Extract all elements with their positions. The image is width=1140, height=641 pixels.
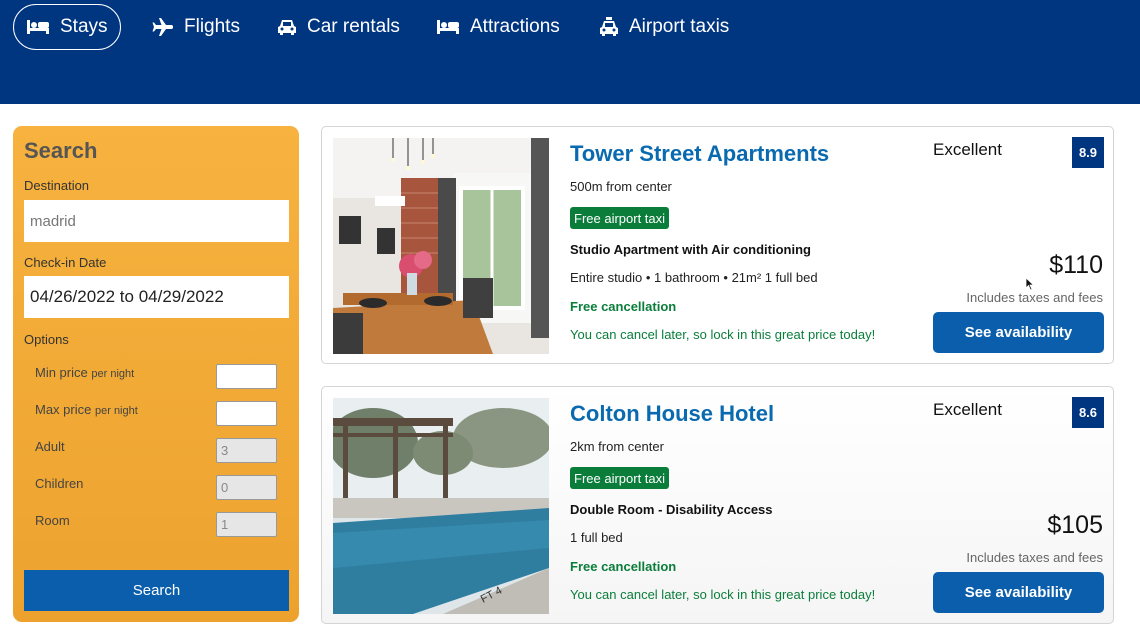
nav-item-label: Car rentals xyxy=(307,16,400,37)
search-result-item: FT 4 Colton House Hotel 2km from center … xyxy=(321,386,1114,624)
nav-item-airport-taxis[interactable]: Airport taxis xyxy=(599,4,729,50)
cancellation-title: Free cancellation xyxy=(570,559,677,574)
nav-item-stays[interactable]: Stays xyxy=(13,4,121,50)
cancellation-subtitle: You can cancel later, so lock in this gr… xyxy=(570,587,876,602)
mouse-cursor-icon xyxy=(1025,277,1035,296)
distance-text: 500m from center xyxy=(570,179,672,194)
rating-badge: 8.6 xyxy=(1072,397,1104,428)
search-panel: Search Destination madrid Check-in Date … xyxy=(13,126,299,622)
checkin-date-input[interactable]: 04/26/2022 to 04/29/2022 xyxy=(24,276,289,318)
room-input[interactable]: 1 xyxy=(216,512,277,537)
nav-item-label: Stays xyxy=(60,16,108,37)
nav-item-attractions[interactable]: Attractions xyxy=(436,4,560,50)
price: $105 xyxy=(1047,511,1103,539)
per-night-note: per night xyxy=(94,405,138,417)
top-header: Stays Flights Car rentals Attractions Ai… xyxy=(0,0,1140,104)
cancellation-subtitle: You can cancel later, so lock in this gr… xyxy=(570,327,876,342)
children-value: 0 xyxy=(221,480,229,495)
bed-icon xyxy=(436,18,460,36)
price: $110 xyxy=(1049,251,1103,279)
per-night-note: per night xyxy=(91,368,135,380)
min-price-label-text: Min price xyxy=(35,365,88,380)
free-taxi-badge: Free airport taxi xyxy=(570,207,670,229)
search-title: Search xyxy=(24,138,98,163)
car-icon xyxy=(277,18,297,36)
destination-value: madrid xyxy=(30,212,76,230)
rating-text: Excellent xyxy=(933,140,1002,159)
min-price-input[interactable] xyxy=(216,364,277,389)
nav-item-car-rentals[interactable]: Car rentals xyxy=(277,4,400,50)
room-label: Room xyxy=(35,513,70,528)
bed-icon xyxy=(26,18,50,36)
hotel-photo[interactable]: FT 4 xyxy=(333,398,549,614)
nav-item-label: Attractions xyxy=(470,16,560,37)
checkin-date-value: 04/26/2022 to 04/29/2022 xyxy=(30,287,224,306)
adult-value: 3 xyxy=(221,443,229,458)
taxes-note: Includes taxes and fees xyxy=(966,550,1103,565)
hotel-name[interactable]: Colton House Hotel xyxy=(570,401,774,427)
nav-item-flights[interactable]: Flights xyxy=(152,4,240,50)
hotel-name[interactable]: Tower Street Apartments xyxy=(570,141,829,167)
children-label: Children xyxy=(35,476,84,491)
free-taxi-badge: Free airport taxi xyxy=(570,467,670,489)
plane-icon xyxy=(152,17,174,37)
adult-input[interactable]: 3 xyxy=(216,438,277,463)
search-result-item: Tower Street Apartments 500m from center… xyxy=(321,126,1114,364)
checkin-label: Check-in Date xyxy=(24,255,107,270)
max-price-label: Max price per night xyxy=(35,402,138,417)
room-value: 1 xyxy=(221,517,229,532)
min-price-label: Min price per night xyxy=(35,365,134,380)
cancellation-title: Free cancellation xyxy=(570,299,677,314)
rating-badge: 8.9 xyxy=(1072,137,1104,168)
see-availability-button[interactable]: See availability xyxy=(933,572,1104,613)
destination-label: Destination xyxy=(24,178,90,193)
adult-label: Adult xyxy=(35,439,65,454)
see-availability-button[interactable]: See availability xyxy=(933,312,1104,353)
room-type: Double Room - Disability Access xyxy=(570,502,773,517)
options-label: Options xyxy=(24,332,69,347)
distance-text: 2km from center xyxy=(570,439,664,454)
nav-item-label: Flights xyxy=(184,16,240,37)
room-features: Entire studio • 1 bathroom • 21m² 1 full… xyxy=(570,270,818,285)
rating-text: Excellent xyxy=(933,400,1002,419)
max-price-input[interactable] xyxy=(216,401,277,426)
hotel-photo[interactable] xyxy=(333,138,549,354)
room-type: Studio Apartment with Air conditioning xyxy=(570,242,811,257)
children-input[interactable]: 0 xyxy=(216,475,277,500)
max-price-label-text: Max price xyxy=(35,402,92,417)
room-features: 1 full bed xyxy=(570,530,623,545)
taxi-icon xyxy=(599,17,619,37)
main-nav: Stays Flights Car rentals Attractions Ai… xyxy=(0,0,1140,54)
destination-input[interactable]: madrid xyxy=(24,200,289,242)
nav-item-label: Airport taxis xyxy=(629,16,730,37)
search-button[interactable]: Search xyxy=(24,570,289,611)
